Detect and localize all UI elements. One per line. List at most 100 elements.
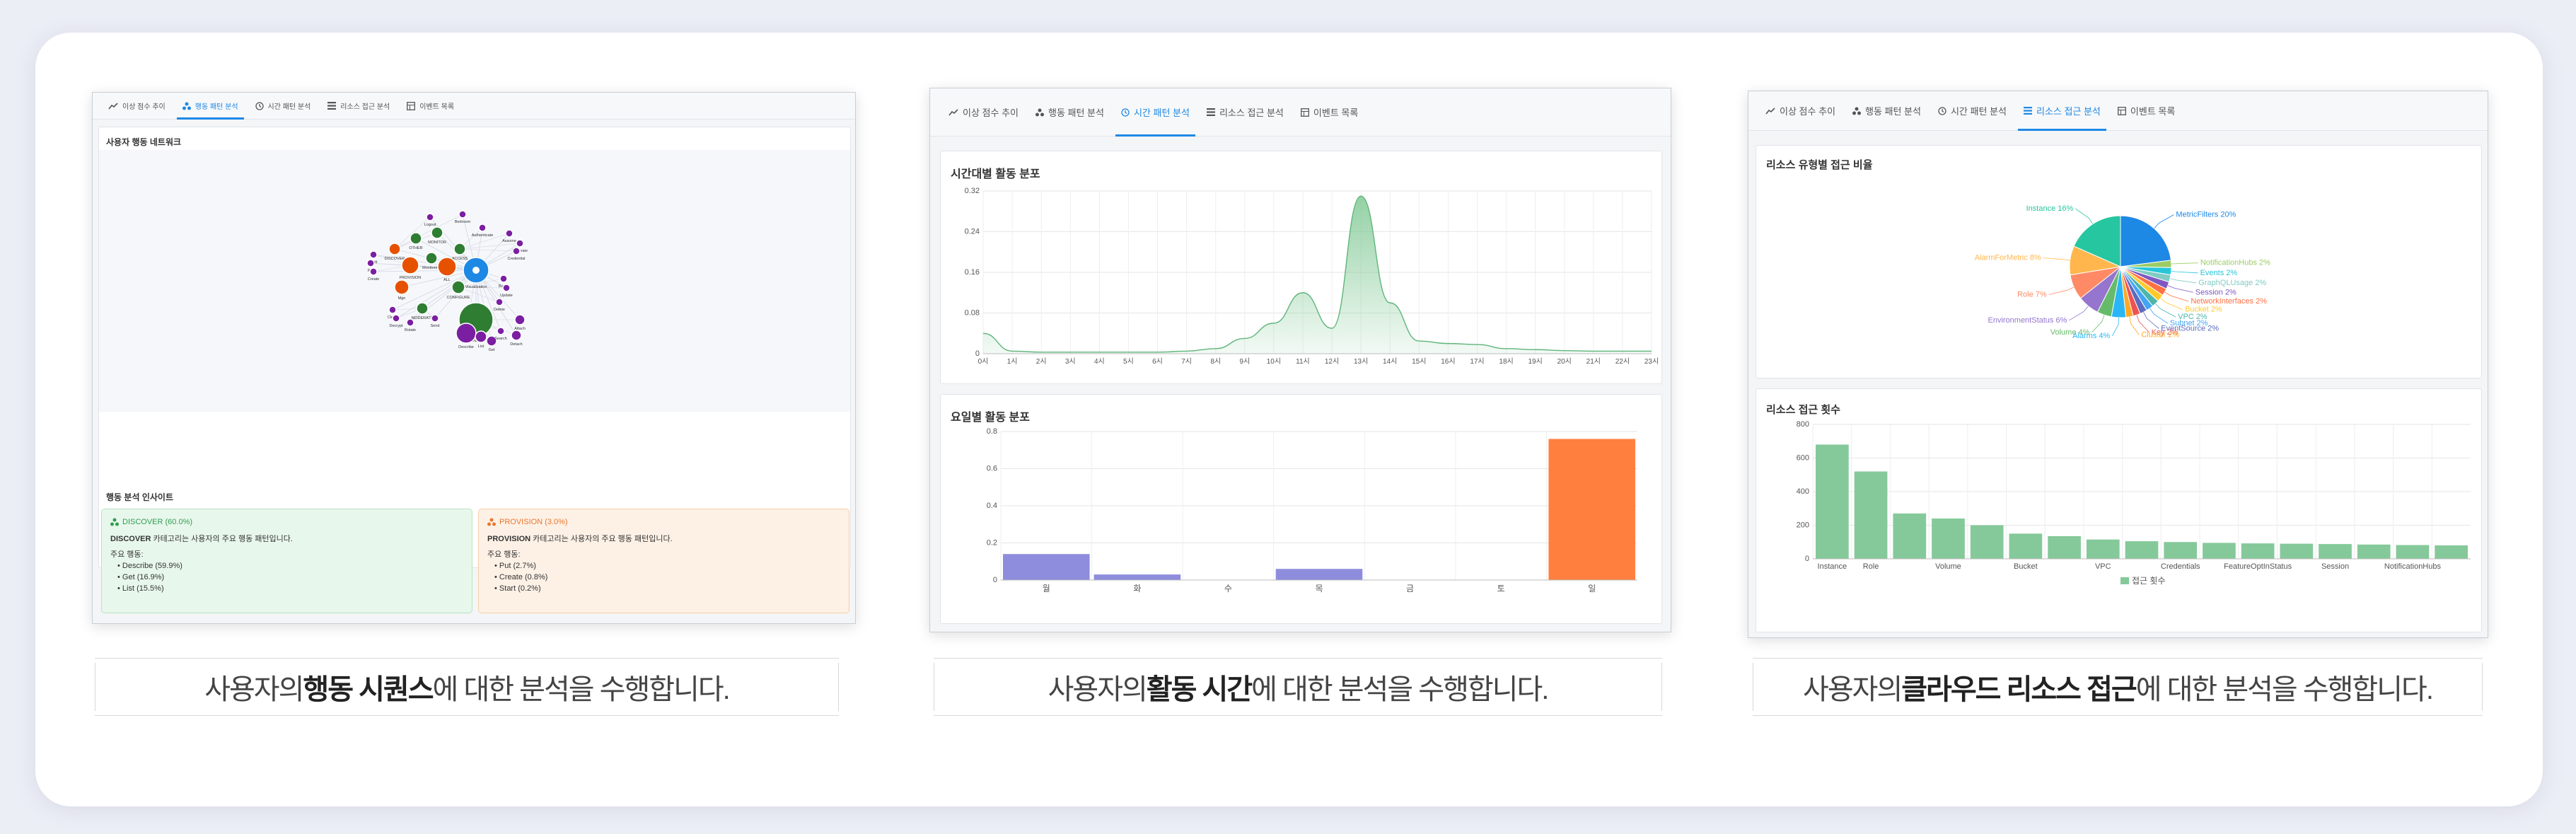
x-tick-label: 20시 — [1557, 357, 1572, 366]
node-label: Create — [368, 277, 380, 282]
pie-slice — [2120, 215, 2171, 267]
node-circle — [502, 284, 511, 292]
pie-leader — [2169, 278, 2197, 284]
tab-trend[interactable]: 이상 점수 추이 — [100, 93, 174, 119]
node-label: OTHER — [409, 246, 422, 250]
network-node: ACCESS — [452, 243, 468, 261]
network-node: List — [475, 330, 487, 349]
pie-title: 리소스 유형별 접근 비율 — [1766, 159, 1873, 171]
x-tick-label: 6시 — [1152, 357, 1163, 366]
bar — [1816, 444, 1849, 559]
bar — [1932, 519, 1965, 559]
tab-time[interactable]: 시간 패턴 분석 — [247, 93, 320, 119]
tab-events[interactable]: 이벤트 목록 — [1292, 88, 1367, 136]
pie-leader — [2154, 214, 2174, 229]
weekly-bar-chart[interactable]: 0 0.2 0.4 0.6 0.8 월 화 수 목 금 토 일 — [941, 426, 1662, 624]
node-label: List — [478, 344, 485, 349]
x-tick-label: 금 — [1406, 584, 1414, 593]
node-circle — [512, 247, 521, 255]
pie-leader — [2091, 315, 2105, 333]
x-tick-label: 4시 — [1094, 357, 1105, 366]
node-label: PROVISION — [400, 276, 422, 280]
hub-center — [472, 267, 480, 274]
node-label: CONFIGURE — [447, 296, 470, 300]
x-tick-label: 목 — [1315, 584, 1323, 593]
tab-label: 리소스 접근 분석 — [2036, 106, 2101, 117]
tab-resource[interactable]: 리소스 접근 분석 — [2015, 91, 2109, 131]
y-tick-label: 0.24 — [965, 228, 980, 236]
tab-time[interactable]: 시간 패턴 분석 — [1930, 91, 2015, 130]
tab-label: 리소스 접근 분석 — [340, 103, 390, 111]
x-tick-label: 토 — [1497, 584, 1505, 593]
node-circle — [514, 314, 526, 325]
node-circle — [475, 330, 487, 343]
insight-provision-name: PROVISION — [487, 535, 531, 543]
tab-label: 시간 패턴 분석 — [1133, 108, 1190, 118]
node-label: ALL — [443, 278, 451, 282]
y-tick-label: 0.16 — [965, 268, 980, 277]
x-tick-label: 14시 — [1383, 357, 1397, 366]
bar — [1003, 554, 1090, 580]
network-icon — [487, 518, 496, 526]
behavior-network-graph[interactable]: Logout Bedroom OTHER MONITOR Authenticate Ass… — [99, 150, 851, 412]
pie-label: Session 2% — [2195, 288, 2236, 296]
caption-2: 사용자의 활동 시간 에 대한 분석을 수행합니다. — [934, 658, 1662, 716]
pie-leader — [2075, 208, 2094, 224]
node-label: Bedroom — [455, 220, 471, 224]
tab-label: 행동 패턴 분석 — [195, 103, 238, 111]
pie-leader — [2149, 308, 2168, 324]
pie-leader — [2167, 285, 2193, 293]
hourly-area-chart[interactable]: 0 0.08 0.16 0.24 0.32 0시 1시 2시 3시 4시 5시 6시 7시 8시 9시 10시… — [941, 185, 1662, 383]
tab-label: 이벤트 목록 — [419, 103, 455, 111]
network-node: Attach — [514, 314, 526, 331]
bar — [2241, 543, 2275, 559]
pie-leader — [2171, 262, 2198, 265]
pie-leader — [2111, 317, 2119, 337]
node-circle — [369, 250, 378, 259]
network-icon — [110, 518, 119, 526]
x-tick-label: 1시 — [1007, 357, 1018, 366]
caption-1-bold: 행동 시퀀스 — [303, 674, 434, 705]
y-tick-label: 0 — [1805, 555, 1809, 563]
insight-provision-main-label: 주요 행동: — [487, 550, 521, 559]
tab-label: 리소스 접근 분석 — [1219, 108, 1284, 118]
tab-behavior[interactable]: 행동 패턴 분석 — [1027, 88, 1113, 136]
bar — [2009, 533, 2043, 559]
bar — [2280, 543, 2314, 559]
caption-3-bold: 클라우드 리소스 접근 — [1901, 674, 2137, 705]
table-icon — [2117, 106, 2126, 115]
node-circle — [478, 224, 487, 232]
network-node: Detach — [510, 330, 523, 347]
network-node: Rotate — [405, 318, 416, 332]
tab-behavior[interactable]: 행동 패턴 분석 — [174, 93, 247, 120]
hourly-card: 시간대별 활동 분포 0 0.08 0.16 0.24 0.32 0시 1시 2시 3시 4시 5시… — [940, 151, 1662, 384]
tab-resource[interactable]: 리소스 접근 분석 — [319, 93, 398, 119]
node-circle — [456, 323, 477, 344]
node-label: Visualization — [465, 285, 487, 289]
resource-bar-card: 리소스 접근 횟수 0 200 400 600 800 Instance Role Volum… — [1756, 388, 2482, 632]
y-tick-label: 0 — [975, 349, 980, 358]
tab-label: 행동 패턴 분석 — [1864, 106, 1921, 117]
resource-pie-chart[interactable]: MetricFilters 20% NotificationHubs 2% Even… — [1756, 171, 2482, 376]
network-node: MODERATE — [412, 302, 434, 320]
tab-events[interactable]: 이벤트 목록 — [2109, 91, 2183, 130]
x-tick-label: VPC — [2095, 562, 2111, 571]
x-tick-label: Session — [2321, 562, 2349, 571]
tab-events[interactable]: 이벤트 목록 — [398, 93, 463, 119]
tab-trend[interactable]: 이상 점수 추이 — [940, 88, 1027, 136]
clock-icon — [1121, 108, 1130, 117]
tab-resource[interactable]: 리소스 접근 분석 — [1198, 88, 1292, 136]
hourly-title: 시간대별 활동 분포 — [951, 168, 1040, 180]
clock-icon — [255, 101, 264, 110]
tab-trend[interactable]: 이상 점수 추이 — [1757, 91, 1844, 130]
caption-1-post: 에 대한 분석을 수행합니다. — [432, 674, 731, 705]
node-circle — [458, 210, 467, 219]
node-circle — [499, 274, 508, 283]
network-icon — [1035, 108, 1044, 117]
pie-leader — [2160, 298, 2183, 311]
tab-time[interactable]: 시간 패턴 분석 — [1113, 88, 1198, 137]
tab-behavior[interactable]: 행동 패턴 분석 — [1844, 91, 1930, 130]
network-node: Describe — [456, 323, 477, 349]
caption-3-pre: 사용자의 — [1803, 674, 1903, 705]
resource-bar-chart[interactable]: 0 200 400 600 800 Instance Role Volume Bucket VPC… — [1756, 419, 2482, 631]
